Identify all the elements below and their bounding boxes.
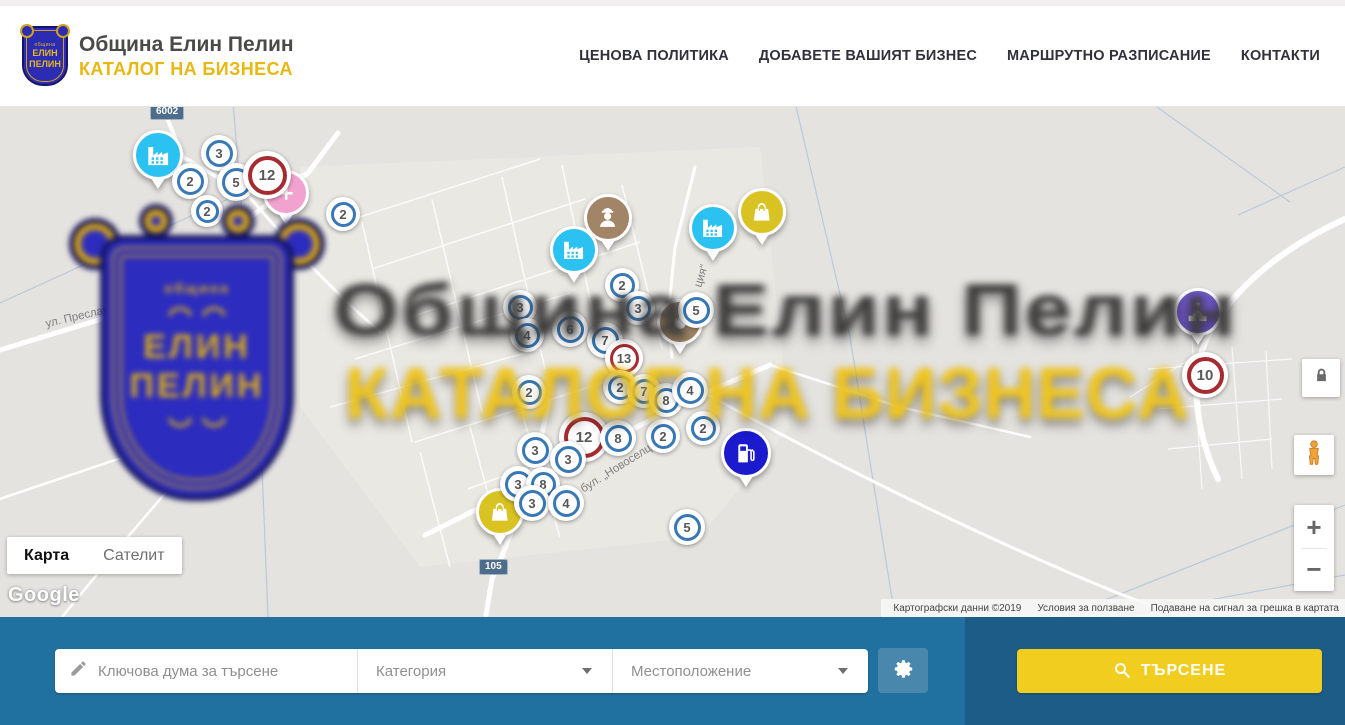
map-view-button[interactable]: Карта — [7, 537, 86, 574]
magnifier-icon — [1113, 661, 1131, 682]
cluster-marker[interactable]: 2 — [686, 411, 720, 445]
nav-item-2[interactable]: МАРШРУТНО РАЗПИСАНИЕ — [1007, 48, 1211, 64]
keyword-input[interactable] — [88, 663, 357, 680]
map-type-control: Карта Сателит — [7, 537, 182, 574]
cluster-marker[interactable]: 5 — [678, 292, 714, 328]
search-button[interactable]: ТЪРСЕНЕ — [1017, 649, 1322, 693]
search-bar: Категория Местоположение — [0, 617, 1345, 725]
cluster-marker[interactable]: 2 — [512, 375, 546, 409]
map-data-copyright: Картографски данни ©2019 — [893, 603, 1021, 614]
satellite-view-button[interactable]: Сателит — [86, 537, 181, 574]
nav-item-1[interactable]: ДОБАВЕТЕ ВАШИЯТ БИЗНЕС — [759, 48, 977, 64]
zoom-in-button[interactable]: + — [1294, 507, 1334, 547]
cluster-marker[interactable]: 8 — [600, 420, 636, 456]
cluster-marker[interactable]: 5 — [669, 509, 705, 545]
keyword-segment — [55, 649, 357, 693]
cluster-marker[interactable]: 3 — [517, 432, 553, 468]
terms-of-use-link[interactable]: Условия за ползване — [1037, 603, 1134, 614]
site-subtitle: КАТАЛОГ НА БИЗНЕСА — [79, 59, 294, 80]
category-select[interactable]: Категория — [357, 649, 612, 693]
nav-item-3[interactable]: КОНТАКТИ — [1241, 48, 1320, 64]
pegman-icon — [1300, 439, 1328, 472]
cluster-marker[interactable]: 10 — [1182, 352, 1228, 398]
zoom-control: + − — [1294, 505, 1334, 591]
cluster-marker[interactable]: 2 — [326, 197, 360, 231]
header: община ЕЛИН ПЕЛИН Община Елин Пелин КАТА… — [0, 0, 1345, 107]
search-button-label: ТЪРСЕНЕ — [1141, 662, 1226, 680]
cluster-marker[interactable]: 4 — [672, 372, 708, 408]
report-map-error-link[interactable]: Подаване на сигнал за грешка в картата — [1151, 603, 1339, 614]
pin-bag[interactable] — [738, 188, 786, 236]
lock-control[interactable] — [1302, 359, 1340, 397]
pin-church[interactable] — [1174, 288, 1222, 336]
cluster-marker[interactable]: 2 — [191, 195, 223, 227]
location-label: Местоположение — [613, 663, 751, 680]
page: община ЕЛИН ПЕЛИН Община Елин Пелин КАТА… — [0, 0, 1345, 725]
main-nav: ЦЕНОВА ПОЛИТИКА ДОБАВЕТЕ ВАШИЯТ БИЗНЕС МАР… — [579, 6, 1320, 106]
pin-factory[interactable] — [550, 226, 598, 274]
lock-icon — [1314, 368, 1329, 388]
gear-icon — [892, 658, 914, 683]
advanced-search-button[interactable] — [878, 648, 928, 693]
pin-fuel[interactable] — [721, 428, 771, 478]
emblem-line1: ЕЛИН — [32, 48, 57, 59]
cluster-marker[interactable]: 6 — [552, 311, 588, 347]
cluster-marker[interactable]: 2 — [646, 419, 680, 453]
brand-text: Община Елин Пелин КАТАЛОГ НА БИЗНЕСА — [79, 33, 294, 80]
emblem-line2: ПЕЛИН — [29, 59, 61, 70]
pin-factory[interactable] — [689, 204, 737, 252]
search-input-group: Категория Местоположение — [55, 649, 868, 693]
street-view-pegman[interactable] — [1294, 435, 1334, 475]
nav-item-0[interactable]: ЦЕНОВА ПОЛИТИКА — [579, 48, 729, 64]
municipality-logo: община ЕЛИН ПЕЛИН — [22, 26, 68, 86]
pencil-icon — [69, 659, 88, 683]
google-logo[interactable]: Google — [8, 584, 80, 607]
brand[interactable]: община ЕЛИН ПЕЛИН Община Елин Пелин КАТА… — [22, 26, 294, 86]
zoom-out-button[interactable]: − — [1294, 549, 1334, 589]
map-attribution: Картографски данни ©2019 Условия за ползв… — [881, 599, 1345, 617]
location-select[interactable]: Местоположение — [612, 649, 868, 693]
road-badge: 105 — [479, 559, 508, 575]
cluster-marker[interactable]: 4 — [548, 485, 584, 521]
cluster-marker[interactable]: 2 — [172, 163, 208, 199]
search-panel-right: ТЪРСЕНЕ — [965, 617, 1345, 725]
road-badge: 6002 — [150, 107, 184, 120]
site-title: Община Елин Пелин — [79, 33, 294, 57]
cluster-marker[interactable]: 4 — [510, 318, 544, 352]
cluster-marker[interactable]: 3 — [621, 291, 655, 325]
chevron-down-icon — [838, 668, 848, 674]
category-label: Категория — [358, 663, 446, 680]
chevron-down-icon — [582, 668, 592, 674]
cluster-marker[interactable]: 3 — [514, 485, 550, 521]
cluster-marker[interactable]: 12 — [243, 151, 291, 199]
map-canvas[interactable]: 6002105 ул. Преславбул. „Новоселци“ция“ … — [0, 107, 1345, 617]
